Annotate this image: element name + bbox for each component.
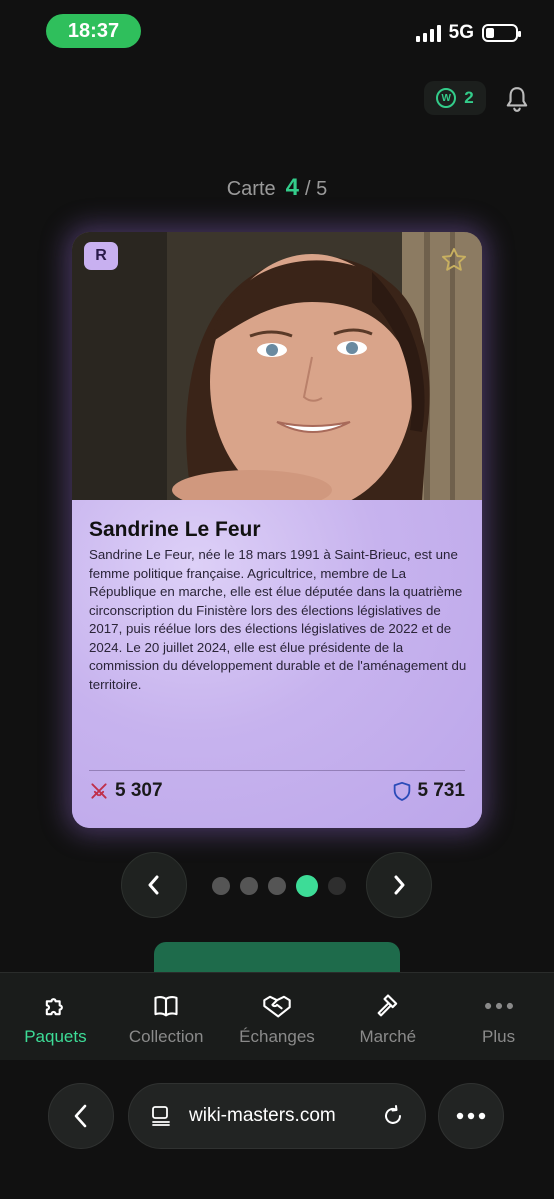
card-portrait-photo: R [72, 232, 482, 500]
card-name: Sandrine Le Feur [89, 518, 261, 541]
star-outline-icon[interactable] [440, 246, 468, 274]
puzzle-icon [40, 991, 70, 1021]
book-icon [151, 991, 181, 1021]
tab-collection[interactable]: Collection [111, 973, 222, 1060]
crossed-swords-icon [91, 783, 107, 799]
carousel-dot-active[interactable] [296, 875, 318, 897]
ellipsis-icon [456, 1112, 486, 1120]
shield-icon [394, 781, 411, 801]
coin-count: 2 [464, 88, 474, 107]
tab-plus[interactable]: Plus [443, 973, 554, 1060]
bell-icon[interactable] [504, 85, 530, 113]
reload-icon[interactable] [381, 1104, 405, 1128]
more-dots-icon [484, 991, 514, 1021]
carousel-dot[interactable] [268, 877, 286, 895]
chevron-right-icon [394, 875, 405, 895]
signal-bars-icon [415, 24, 441, 42]
carousel-dot[interactable] [328, 877, 346, 895]
wiki-coin-icon: W [436, 88, 457, 108]
battery-low-icon [482, 24, 521, 42]
counter-current: 4 [285, 174, 299, 201]
card-body: Sandrine Le Feur Sandrine Le Feur, née l… [72, 500, 482, 828]
portrait-illustration [72, 232, 482, 500]
browser-back-button[interactable] [48, 1083, 114, 1149]
card-description: Sandrine Le Feur, née le 18 mars 1991 à … [89, 547, 467, 692]
rarity-badge: R [84, 242, 118, 270]
card-counter: Carte 4 / 5 [0, 174, 554, 202]
browser-more-button[interactable] [438, 1083, 504, 1149]
tab-label: Collection [128, 1027, 204, 1046]
url-text: wiki-masters.com [189, 1105, 336, 1126]
defense-value: 5 731 [417, 780, 465, 801]
attack-value: 5 307 [115, 780, 163, 801]
character-card[interactable]: R Sandrine Le Feur Sandrine Le Feur, née… [72, 232, 482, 828]
status-time: 18:37 [46, 14, 141, 48]
chevron-left-icon [148, 875, 159, 895]
next-card-button[interactable] [366, 852, 432, 918]
defense-stat: 5 731 [393, 780, 465, 802]
browser-toolbar: wiki-masters.com [0, 1060, 554, 1199]
carousel-dots [212, 875, 346, 897]
tab-echanges[interactable]: Échanges [222, 973, 333, 1060]
network-label: 5G [448, 22, 474, 43]
tab-label: Paquets [24, 1027, 87, 1046]
reader-icon[interactable] [149, 1104, 173, 1128]
attack-stat: 5 307 [89, 780, 163, 802]
bottom-tab-bar: Paquets Collection Échanges Marché Plus [0, 972, 554, 1060]
previous-card-button[interactable] [121, 852, 187, 918]
card-divider [89, 770, 465, 771]
tab-label: Échanges [239, 1027, 315, 1046]
counter-label: Carte [226, 178, 276, 200]
carousel-dot[interactable] [240, 877, 258, 895]
arrow-left-icon [74, 1104, 87, 1128]
tab-label: Marché [359, 1027, 417, 1046]
address-bar[interactable]: wiki-masters.com [128, 1083, 426, 1149]
status-indicators: 5G [415, 22, 521, 44]
tab-label: Plus [482, 1027, 516, 1046]
handshake-icon [262, 991, 292, 1021]
coin-balance-badge[interactable]: W 2 [424, 81, 486, 115]
carousel-dot[interactable] [212, 877, 230, 895]
counter-total: / 5 [305, 178, 328, 200]
tab-paquets[interactable]: Paquets [0, 973, 111, 1060]
gavel-icon [373, 991, 403, 1021]
tab-marche[interactable]: Marché [332, 973, 443, 1060]
